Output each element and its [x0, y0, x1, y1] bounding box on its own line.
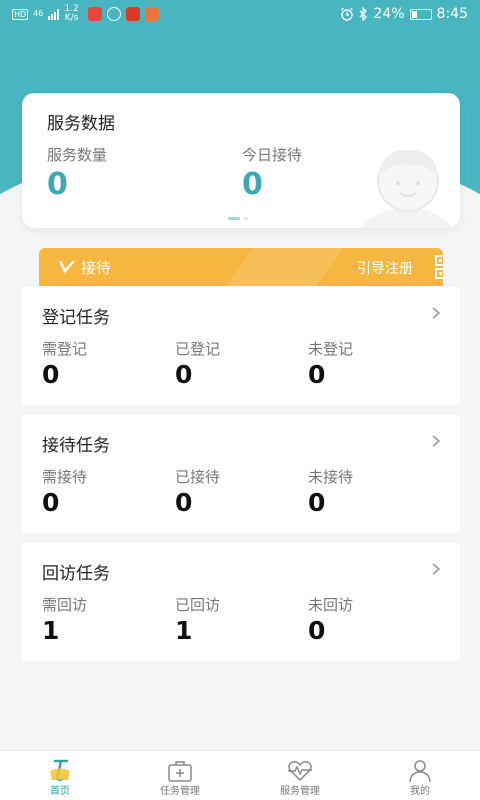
chevron-right-icon[interactable]: [431, 434, 441, 448]
reception-task-card[interactable]: 接待任务 需接待 0 已接待 0 未接待 0: [21, 415, 460, 533]
carousel-dot: [244, 217, 248, 220]
need-follow-up-value: 1: [42, 616, 60, 645]
tab-home-label: 首页: [50, 786, 70, 797]
home-icon: [50, 759, 70, 781]
registration-task-card[interactable]: 登记任务 需登记 0 已登记 0 未登记 0: [21, 287, 460, 405]
bottom-tab-bar: 首页 任务管理 服务管理 我的: [0, 750, 480, 800]
news-notification-icon: [125, 7, 140, 21]
alarm-icon: [341, 7, 354, 21]
heartbeat-icon: [288, 761, 312, 782]
speed-unit: K/s: [64, 13, 79, 23]
need-reception-label: 需接待: [42, 468, 88, 486]
reception-task-title: 接待任务: [42, 436, 110, 456]
need-reception-value: 0: [42, 488, 60, 517]
followed-up-label: 已回访: [175, 596, 221, 614]
tab-profile[interactable]: 我的: [360, 751, 480, 800]
message-notification-icon: [144, 7, 159, 21]
need-register-label: 需登记: [42, 340, 88, 358]
service-count-label: 服务数量: [47, 146, 108, 164]
chevron-right-icon[interactable]: [431, 306, 441, 320]
not-received-label: 未接待: [308, 468, 354, 486]
reception-banner[interactable]: 接待 引导注册: [39, 248, 443, 286]
need-follow-up-label: 需回访: [42, 596, 88, 614]
follow-up-task-card[interactable]: 回访任务 需回访 1 已回访 1 未回访 0: [21, 543, 460, 661]
received-value: 0: [175, 488, 193, 517]
registered-value: 0: [175, 360, 193, 389]
chevron-right-icon[interactable]: [431, 562, 441, 576]
service-data-title: 服务数据: [47, 114, 115, 134]
service-data-card[interactable]: 服务数据 服务数量 0 今日接待 0: [22, 93, 460, 228]
reception-label[interactable]: 接待: [81, 257, 111, 278]
qr-code-icon[interactable]: [435, 255, 443, 279]
status-bar: HD 46 1.2 K/s 24% 8:45: [0, 0, 480, 28]
tab-service-management-label: 服务管理: [280, 786, 320, 797]
followed-up-value: 1: [175, 616, 193, 645]
follow-up-task-title: 回访任务: [42, 564, 110, 584]
need-register-value: 0: [42, 360, 60, 389]
tab-task-management[interactable]: 任务管理: [120, 751, 240, 800]
app-notification-icon: [106, 7, 121, 21]
bluetooth-icon: [359, 7, 368, 21]
hd-indicator: HD: [12, 8, 29, 20]
carousel-dot-active: [228, 217, 240, 220]
not-received-value: 0: [308, 488, 326, 517]
not-followed-up-value: 0: [308, 616, 326, 645]
tab-task-management-label: 任务管理: [160, 786, 200, 797]
service-count-value: 0: [47, 167, 68, 202]
medical-box-icon: [168, 761, 192, 782]
battery-icon: [409, 8, 432, 20]
received-label: 已接待: [175, 468, 221, 486]
mascot-illustration: [361, 149, 453, 228]
battery-percent: 24%: [373, 6, 405, 22]
banner-decoration: [210, 248, 358, 286]
registration-task-title: 登记任务: [42, 308, 110, 328]
network-type: 46: [33, 9, 44, 18]
not-registered-label: 未登记: [308, 340, 354, 358]
guide-register-label[interactable]: 引导注册: [357, 258, 413, 278]
not-registered-value: 0: [308, 360, 326, 389]
clock-time: 8:45: [436, 6, 468, 22]
tab-home[interactable]: 首页: [0, 751, 120, 800]
tab-profile-label: 我的: [410, 786, 430, 797]
check-icon: [59, 260, 75, 274]
registered-label: 已登记: [175, 340, 221, 358]
not-followed-up-label: 未回访: [308, 596, 354, 614]
today-reception-label: 今日接待: [242, 146, 303, 164]
today-reception-value: 0: [242, 167, 263, 202]
tab-service-management[interactable]: 服务管理: [240, 751, 360, 800]
signal-icon: [48, 8, 60, 20]
carousel-indicator: [228, 217, 248, 220]
person-icon: [409, 760, 431, 783]
weibo-notification-icon: [87, 7, 102, 21]
network-speed: 1.2 K/s: [64, 5, 78, 23]
